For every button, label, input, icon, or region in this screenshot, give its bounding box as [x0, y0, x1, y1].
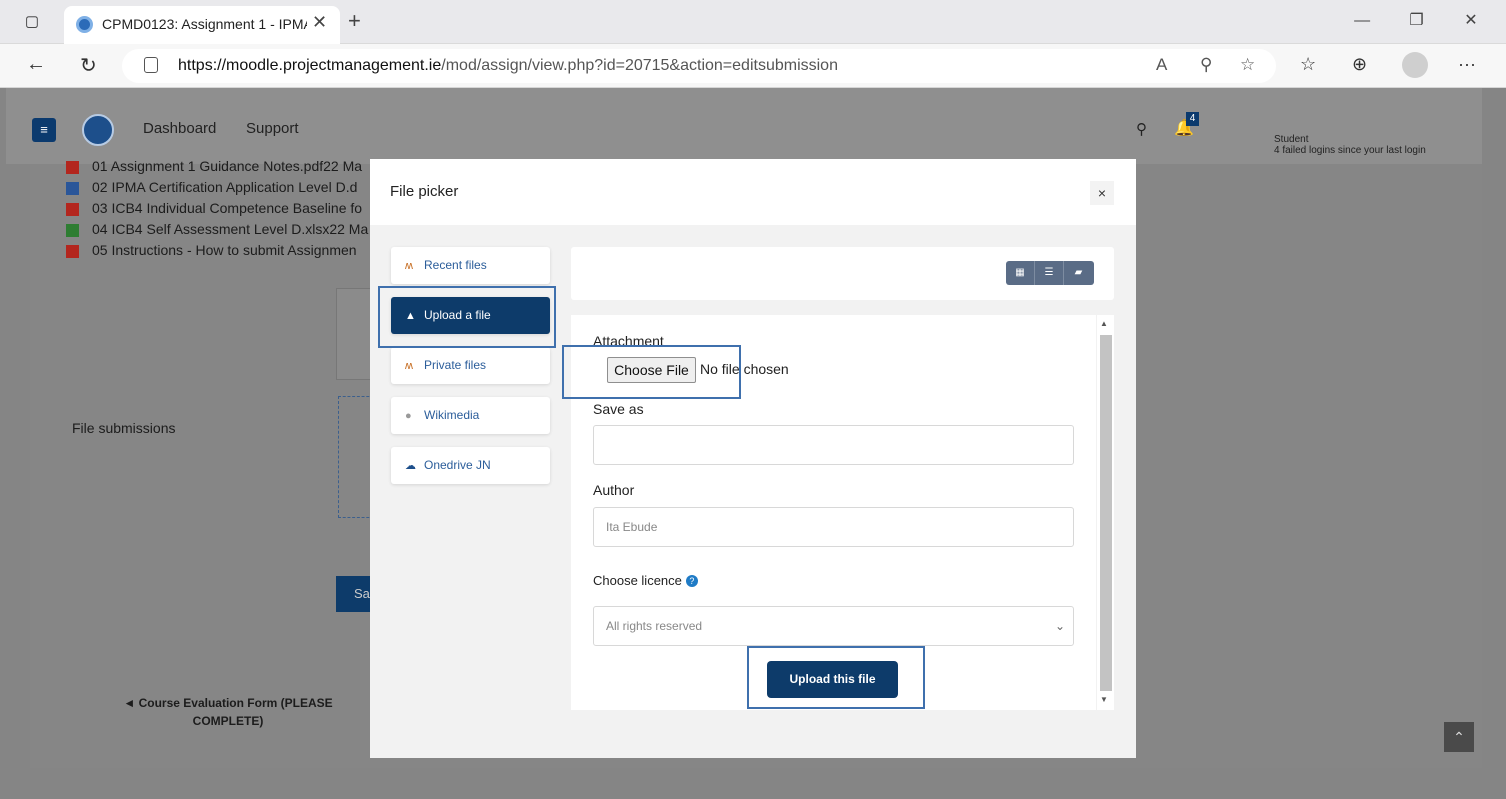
site-logo[interactable]	[82, 114, 114, 146]
url-field[interactable]: https://moodle.projectmanagement.ie/mod/…	[122, 49, 1276, 83]
moodle-header: ≡ Dashboard Support ⚲ 🔔 4 Student 4 fail…	[6, 88, 1482, 164]
licence-selected-value: All rights reserved	[606, 619, 703, 633]
nav-support[interactable]: Support	[246, 120, 299, 137]
more-menu-icon[interactable]: ···	[1458, 54, 1476, 75]
moodle-icon: ʍ	[405, 260, 413, 272]
menu-icon[interactable]: ≡	[32, 118, 56, 142]
author-input[interactable]: Ita Ebude	[593, 507, 1074, 547]
save-as-label: Save as	[593, 401, 644, 417]
repo-private-files[interactable]: ʍ Private files	[391, 347, 550, 384]
tab-title: CPMD0123: Assignment 1 - IPMA	[102, 16, 307, 32]
highlight-upload-button	[747, 646, 925, 709]
read-aloud-icon[interactable]: A	[1156, 55, 1167, 75]
list-item[interactable]: 02 IPMA Certification Application Level …	[66, 179, 368, 200]
window-controls: — ❐ ✕	[1337, 10, 1496, 30]
scroll-down-icon[interactable]: ▼	[1100, 695, 1108, 704]
file-submissions-label: File submissions	[72, 420, 176, 436]
pdf-icon	[66, 203, 79, 216]
profile-avatar[interactable]	[1402, 52, 1428, 78]
repo-onedrive[interactable]: ☁ Onedrive JN	[391, 447, 550, 484]
dialog-title: File picker	[390, 183, 459, 200]
add-favorite-icon[interactable]: ☆	[1240, 55, 1255, 75]
repo-wikimedia[interactable]: ● Wikimedia	[391, 397, 550, 434]
author-label: Author	[593, 482, 635, 498]
list-item[interactable]: 04 ICB4 Self Assessment Level D.xlsx22 M…	[66, 221, 368, 242]
tree-view-icon[interactable]: ▰	[1064, 261, 1093, 285]
refresh-icon[interactable]: ↻	[80, 53, 97, 78]
zoom-icon[interactable]: ⚲	[1200, 55, 1212, 75]
scrollbar-thumb[interactable]	[1100, 335, 1112, 691]
picker-toolbar: ▦ ☰ ▰	[571, 247, 1114, 300]
address-bar: ← ↻ https://moodle.projectmanagement.ie/…	[0, 44, 1506, 88]
list-item[interactable]: 01 Assignment 1 Guidance Notes.pdf22 Ma	[66, 158, 368, 179]
browser-tab[interactable]: CPMD0123: Assignment 1 - IPMA ✕	[64, 6, 340, 44]
back-arrow-icon[interactable]: ←	[26, 53, 46, 76]
list-item[interactable]: 03 ICB4 Individual Competence Baseline f…	[66, 200, 368, 221]
search-icon[interactable]: ⚲	[1136, 120, 1147, 138]
form-scrollbar[interactable]: ▲ ▼	[1097, 315, 1114, 710]
url-text: https://moodle.projectmanagement.ie/mod/…	[178, 57, 838, 74]
licence-label: Choose licence?	[593, 573, 698, 588]
close-window-icon[interactable]: ✕	[1446, 10, 1496, 30]
help-icon[interactable]: ?	[685, 575, 698, 587]
notification-count-badge: 4	[1186, 112, 1199, 126]
wikimedia-icon: ●	[405, 410, 412, 422]
tab-close-icon[interactable]: ✕	[312, 12, 327, 33]
highlight-choose-file	[562, 345, 741, 399]
minimize-icon[interactable]: —	[1337, 12, 1387, 30]
user-role: Student	[1274, 134, 1309, 145]
nav-dashboard[interactable]: Dashboard	[143, 120, 216, 137]
left-arrow-icon: ◄	[123, 696, 136, 710]
browser-tab-bar: ▢ CPMD0123: Assignment 1 - IPMA ✕ + — ❐ …	[0, 0, 1506, 44]
site-favicon-icon	[76, 16, 93, 33]
save-as-input[interactable]	[593, 425, 1074, 465]
restore-icon[interactable]: ❐	[1392, 10, 1442, 30]
moodle-icon: ʍ	[405, 360, 413, 372]
file-dropzone[interactable]	[338, 396, 374, 518]
back-to-top-button[interactable]: ⌃	[1444, 722, 1474, 752]
favorites-icon[interactable]: ☆	[1300, 54, 1316, 75]
view-mode-buttons: ▦ ☰ ▰	[1006, 261, 1094, 285]
list-item[interactable]: 05 Instructions - How to submit Assignme…	[66, 242, 368, 263]
highlight-upload-a-file	[378, 286, 556, 348]
list-view-icon[interactable]: ☰	[1035, 261, 1064, 285]
pdf-icon	[66, 161, 79, 174]
collections-icon[interactable]: ⊕	[1352, 54, 1367, 75]
chevron-down-icon: ⌄	[1054, 619, 1065, 633]
scroll-up-icon[interactable]: ▲	[1100, 319, 1108, 328]
repo-recent-files[interactable]: ʍ Recent files	[391, 247, 550, 284]
dialog-header: File picker ×	[370, 159, 1136, 225]
licence-select[interactable]: All rights reserved ⌄	[593, 606, 1074, 646]
close-icon[interactable]: ×	[1090, 181, 1114, 205]
new-tab-button[interactable]: +	[348, 8, 361, 34]
site-info-icon[interactable]	[144, 57, 158, 73]
word-doc-icon	[66, 182, 79, 195]
icon-view-icon[interactable]: ▦	[1006, 261, 1035, 285]
cloud-icon: ☁	[405, 460, 416, 472]
login-warning: 4 failed logins since your last login	[1274, 145, 1426, 156]
tab-actions-icon[interactable]: ▢	[22, 12, 42, 32]
user-info[interactable]: Student 4 failed logins since your last …	[1274, 134, 1426, 156]
pdf-icon	[66, 245, 79, 258]
assignment-file-list: 01 Assignment 1 Guidance Notes.pdf22 Ma …	[66, 158, 368, 263]
excel-icon	[66, 224, 79, 237]
previous-activity-link[interactable]: ◄ Course Evaluation Form (PLEASE COMPLET…	[112, 694, 344, 730]
